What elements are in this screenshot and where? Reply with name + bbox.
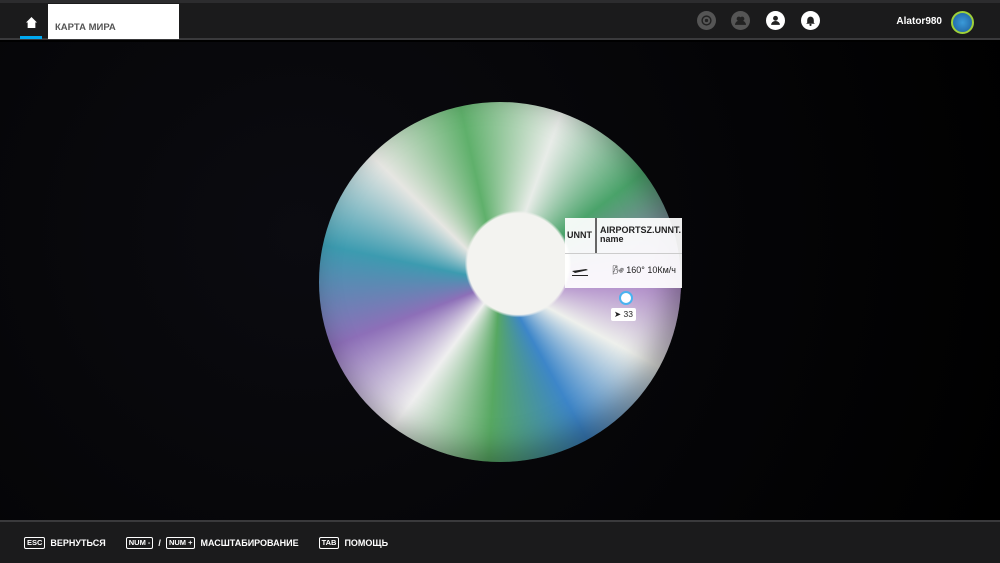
airport-pin-icon [619,291,633,305]
active-indicator [20,36,42,39]
bell-icon[interactable] [801,11,820,30]
marker-badge: ➤ 33 [611,308,636,321]
tab-key[interactable]: TAB [318,536,340,549]
username[interactable]: Alator980 [896,16,942,27]
footer-bar: ESC ВЕРНУТЬСЯ NUM - / NUM + МАСШТАБИРОВА… [0,520,1000,563]
num-minus-key[interactable]: NUM - [125,536,154,549]
airport-marker[interactable]: ➤ 33 [611,291,645,321]
home-button[interactable] [20,6,42,39]
wind-info: 🌬 160° 10Км/ч [612,265,676,275]
airport-name: AIRPORTSZ.UNNT. name [600,225,681,244]
marker-count: 33 [623,309,633,319]
back-label[interactable]: ВЕРНУТЬСЯ [50,538,105,548]
home-icon [25,17,37,28]
help-label[interactable]: ПОМОЩЬ [344,538,388,548]
wind-value: 160° 10Км/ч [626,265,676,275]
top-bar: КАРТА МИРА Alator980 [0,0,1000,40]
radar-icon[interactable] [697,11,716,30]
friends-icon[interactable] [731,11,750,30]
esc-key[interactable]: ESC [24,536,46,549]
num-plus-key[interactable]: NUM + [165,536,196,549]
zoom-label: МАСШТАБИРОВАНИЕ [200,537,299,548]
tab-world-map[interactable]: КАРТА МИРА [48,4,179,39]
airport-code: UNNT [565,218,597,253]
avatar[interactable] [951,11,974,34]
profile-icon[interactable] [766,11,785,30]
departure-icon [572,268,588,276]
slash: / [158,537,161,548]
airport-popup[interactable]: UNNT AIRPORTSZ.UNNT. name 🌬 160° 10Км/ч [565,218,682,288]
